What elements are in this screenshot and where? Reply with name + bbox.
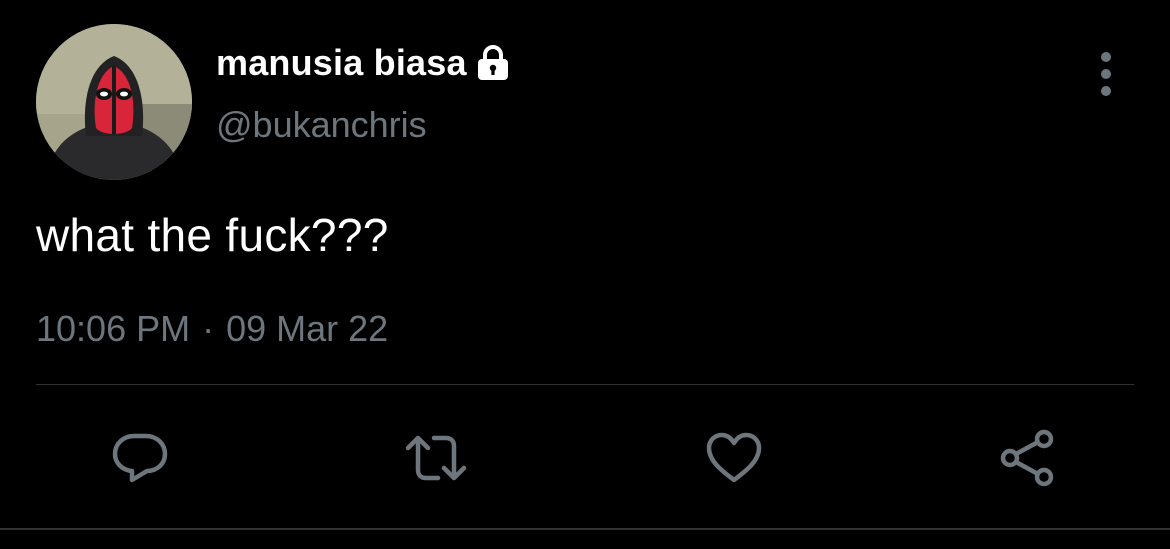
retweet-button[interactable] bbox=[404, 428, 468, 488]
tweet-date: 09 Mar 22 bbox=[226, 308, 389, 349]
reply-button[interactable] bbox=[108, 428, 172, 488]
lock-icon bbox=[475, 44, 511, 82]
timestamp-separator: · bbox=[202, 308, 215, 349]
more-vertical-icon bbox=[1101, 52, 1111, 62]
display-name[interactable]: manusia biasa bbox=[216, 42, 467, 84]
heart-icon bbox=[706, 432, 762, 483]
bottom-divider bbox=[0, 528, 1170, 530]
tweet-timestamp[interactable]: 10:06 PM · 09 Mar 22 bbox=[36, 308, 388, 350]
display-name-row: manusia biasa bbox=[216, 40, 511, 86]
avatar[interactable] bbox=[36, 24, 192, 180]
tweet-card: manusia biasa @bukanchris what the fuck?… bbox=[0, 0, 1170, 549]
tweet-text: what the fuck??? bbox=[36, 209, 389, 261]
share-icon bbox=[1000, 429, 1054, 487]
share-button[interactable] bbox=[996, 428, 1060, 488]
divider bbox=[36, 384, 1134, 385]
reply-icon bbox=[112, 433, 168, 483]
more-options-button[interactable] bbox=[1088, 52, 1124, 96]
tweet-time: 10:06 PM bbox=[36, 308, 191, 349]
like-button[interactable] bbox=[702, 428, 766, 488]
retweet-icon bbox=[405, 435, 467, 481]
user-handle[interactable]: @bukanchris bbox=[216, 104, 427, 146]
